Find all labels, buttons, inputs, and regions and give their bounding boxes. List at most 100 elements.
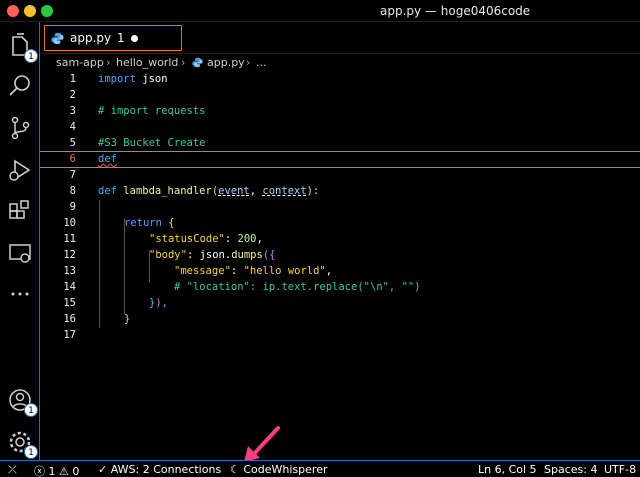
tab-bar: app.py 1	[40, 22, 640, 54]
line-number: 2	[69, 89, 76, 101]
breadcrumb-item-symbols[interactable]: ...	[256, 56, 267, 69]
line-number: 8	[69, 185, 76, 197]
line-number: 14	[63, 281, 76, 293]
more-button[interactable]	[6, 280, 34, 308]
line-number: 6	[69, 153, 76, 165]
extensions-icon	[9, 200, 29, 219]
cursor-position[interactable]: Ln 6, Col 5	[478, 463, 537, 476]
annotation-arrow-icon	[244, 426, 280, 462]
code-token: }	[124, 313, 131, 325]
remote-icon[interactable]: ⤫	[8, 463, 17, 477]
remote-explorer-button[interactable]	[6, 240, 34, 268]
explorer-button[interactable]: 1	[6, 32, 38, 63]
line-number: 11	[63, 233, 76, 245]
source-control-button[interactable]	[6, 114, 34, 142]
python-file-icon	[51, 32, 64, 45]
code-token: "body"	[149, 249, 187, 261]
line-number: 12	[63, 249, 76, 261]
code-token: event	[218, 185, 250, 197]
line-number: 7	[69, 169, 76, 181]
line-number: 13	[63, 265, 76, 277]
aws-label: AWS: 2 Connections	[110, 463, 222, 476]
search-button[interactable]	[6, 72, 34, 100]
code-token: ,	[249, 185, 263, 197]
code-line: 10 return {	[40, 216, 640, 232]
code-line: 17	[40, 328, 640, 344]
code-token: def	[98, 185, 117, 197]
code-line: 8 def lambda_handler(event, context):	[40, 184, 640, 200]
problems-indicator[interactable]: ⓧ 1 ⚠ 0	[34, 463, 79, 477]
accounts-badge: 1	[24, 403, 38, 417]
code-token: import	[98, 73, 136, 85]
code-token: return	[124, 217, 162, 229]
extensions-button[interactable]	[6, 198, 34, 226]
source-control-icon	[11, 116, 30, 140]
code-token-error: def	[98, 153, 117, 165]
error-count: 1	[48, 465, 56, 477]
code-line: 14 # "location": ip.text.replace("\n", "…	[40, 280, 640, 296]
check-icon: ✓	[98, 463, 108, 476]
error-icon: ⓧ	[34, 465, 45, 477]
chevron-right-icon: ›	[246, 56, 251, 69]
warning-count: 0	[72, 465, 80, 477]
code-token: "message"	[174, 265, 231, 277]
code-line: 3 # import requests	[40, 104, 640, 120]
warning-icon: ⚠	[59, 465, 69, 477]
remote-explorer-icon	[9, 244, 31, 263]
code-token: context	[262, 185, 307, 197]
code-token: ),	[155, 297, 168, 309]
code-comment: #S3 Bucket Create	[98, 137, 206, 149]
breadcrumb-item-hello-world[interactable]: hello_world	[116, 56, 178, 69]
code-token: ,	[325, 265, 333, 277]
code-editor[interactable]: 1 import json 2 3 # import requests 4 5 …	[40, 72, 640, 460]
code-token: ({	[262, 249, 276, 261]
line-number: 3	[69, 105, 76, 117]
code-line: 16 }	[40, 312, 640, 328]
line-number: 1	[69, 73, 76, 85]
codewhisperer-status[interactable]: ☾ CodeWhisperer	[230, 463, 328, 476]
encoding[interactable]: UTF-8	[604, 463, 636, 476]
line-number: 9	[69, 201, 76, 213]
tab-label: app.py	[70, 31, 112, 45]
breadcrumb: sam-app › hello_world › app.py › ...	[40, 54, 640, 72]
codewhisperer-label: CodeWhisperer	[243, 463, 328, 476]
code-token: :	[224, 233, 238, 245]
activity-bar: 1 1 1	[0, 22, 40, 460]
accounts-button[interactable]: 1	[6, 386, 38, 417]
run-debug-icon	[9, 159, 31, 181]
code-token: "statusCode"	[149, 233, 225, 245]
chevron-right-icon: ›	[106, 56, 111, 69]
settings-badge: 1	[24, 445, 38, 459]
run-debug-button[interactable]	[6, 156, 34, 184]
ellipsis-icon	[11, 292, 29, 296]
code-line: 1 import json	[40, 72, 640, 88]
code-token: json	[135, 73, 168, 85]
code-token: {	[161, 217, 175, 229]
code-line: 15 }),	[40, 296, 640, 312]
line-number: 5	[69, 137, 76, 149]
line-number: 15	[63, 297, 76, 309]
search-icon	[9, 75, 30, 96]
tab-problem-count: 1	[117, 31, 125, 45]
code-token: ):	[306, 185, 320, 197]
moon-icon: ☾	[230, 463, 240, 476]
code-comment: # import requests	[98, 105, 206, 117]
code-line: 13 "message": "hello world",	[40, 264, 640, 280]
manage-button[interactable]: 1	[6, 428, 38, 459]
line-number: 10	[63, 217, 76, 229]
chevron-right-icon: ›	[181, 56, 186, 69]
aws-connections[interactable]: ✓ AWS: 2 Connections	[98, 463, 221, 476]
code-token: "hello world"	[243, 265, 326, 277]
indentation[interactable]: Spaces: 4	[544, 463, 597, 476]
title-bar: app.py — hoge0406code	[0, 0, 640, 22]
window-title: app.py — hoge0406code	[380, 4, 531, 18]
code-token: : json.	[186, 249, 232, 261]
python-file-icon	[192, 57, 203, 68]
code-line: 2	[40, 88, 640, 104]
breadcrumb-item-sam-app[interactable]: sam-app	[56, 56, 104, 69]
unsaved-dot-icon[interactable]	[131, 35, 138, 42]
breadcrumb-item-app-py[interactable]: app.py	[207, 56, 245, 69]
line-number: 16	[63, 313, 76, 325]
tab-app-py[interactable]: app.py 1	[44, 25, 182, 51]
line-number: 17	[63, 329, 76, 341]
